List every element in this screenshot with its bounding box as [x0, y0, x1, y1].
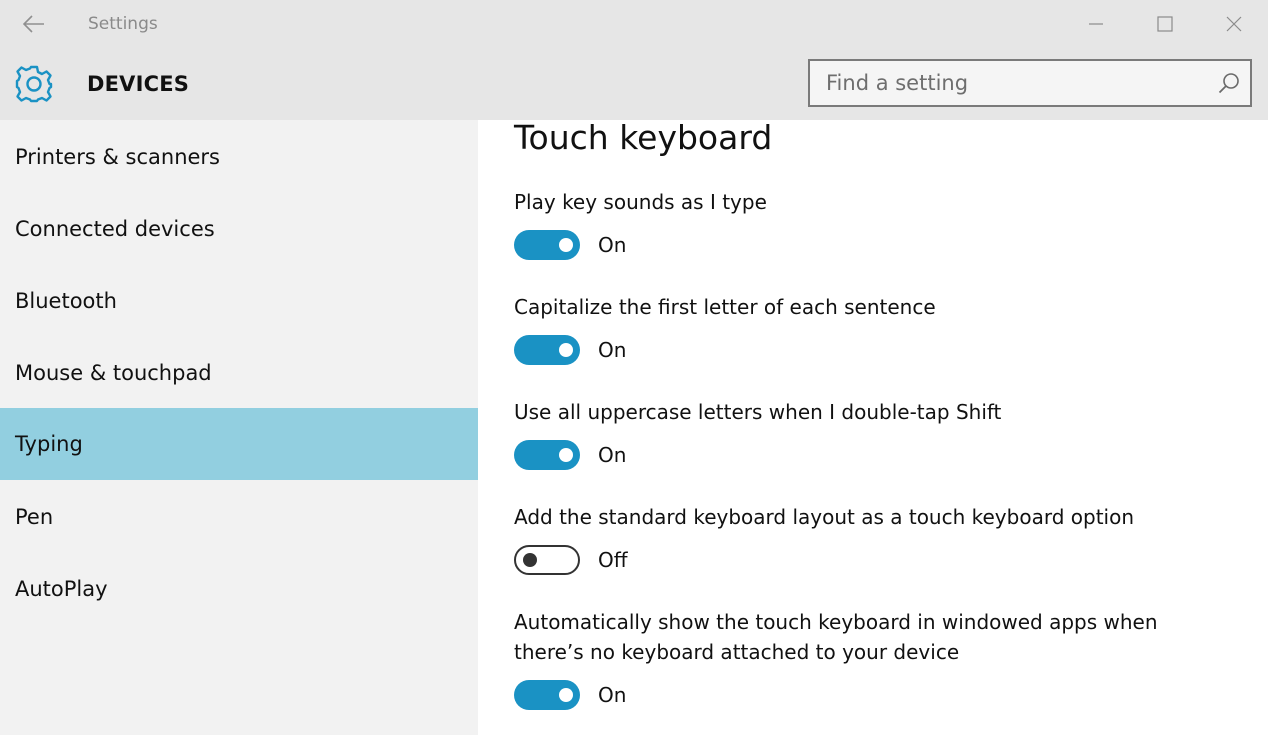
toggle-knob: [559, 343, 573, 357]
main-content: Touch keyboard Play key sounds as I type…: [478, 118, 1268, 735]
toggle-state-label: On: [598, 683, 627, 707]
sidebar-item-connected-devices[interactable]: Connected devices: [0, 193, 478, 265]
toggle-knob: [559, 448, 573, 462]
setting-uppercase-double-tap: Use all uppercase letters when I double-…: [514, 397, 1214, 470]
uppercase-toggle[interactable]: [514, 440, 580, 470]
auto-show-keyboard-toggle[interactable]: [514, 680, 580, 710]
maximize-button[interactable]: [1142, 4, 1188, 44]
standard-layout-toggle[interactable]: [514, 545, 580, 575]
minimize-button[interactable]: [1073, 4, 1119, 44]
setting-label: Add the standard keyboard layout as a to…: [514, 505, 1134, 529]
setting-key-sounds: Play key sounds as I type On: [514, 187, 1214, 260]
close-button[interactable]: [1211, 4, 1257, 44]
setting-auto-show-keyboard: Automatically show the touch keyboard in…: [514, 607, 1174, 710]
toggle-knob: [523, 553, 537, 567]
toggle-row: On: [514, 680, 1174, 710]
page-header: DEVICES: [0, 50, 1268, 120]
toggle-state-label: Off: [598, 548, 628, 572]
gear-icon: [15, 65, 53, 103]
sidebar-item-mouse-touchpad[interactable]: Mouse & touchpad: [0, 337, 478, 409]
search-box[interactable]: [808, 59, 1252, 107]
page-title: Touch keyboard: [514, 118, 773, 157]
sidebar-item-typing[interactable]: Typing: [0, 408, 478, 480]
key-sounds-toggle[interactable]: [514, 230, 580, 260]
section-title: DEVICES: [87, 72, 190, 96]
title-bar: Settings: [0, 0, 1268, 50]
search-icon[interactable]: [1218, 72, 1240, 94]
close-icon: [1226, 16, 1242, 32]
sidebar-item-printers-scanners[interactable]: Printers & scanners: [0, 121, 478, 193]
toggle-state-label: On: [598, 443, 627, 467]
search-input[interactable]: [810, 61, 1210, 105]
sidebar-nav: Printers & scanners Connected devices Bl…: [0, 120, 478, 735]
sidebar-item-pen[interactable]: Pen: [0, 481, 478, 553]
setting-label: Automatically show the touch keyboard in…: [514, 610, 1158, 664]
setting-label: Play key sounds as I type: [514, 190, 767, 214]
setting-label: Use all uppercase letters when I double-…: [514, 400, 1002, 424]
window-title: Settings: [88, 14, 158, 34]
toggle-state-label: On: [598, 233, 627, 257]
sidebar-item-autoplay[interactable]: AutoPlay: [0, 553, 478, 625]
sidebar-item-bluetooth[interactable]: Bluetooth: [0, 265, 478, 337]
toggle-row: On: [514, 440, 1214, 470]
back-arrow-icon: [23, 15, 44, 33]
toggle-state-label: On: [598, 338, 627, 362]
toggle-knob: [559, 688, 573, 702]
maximize-icon: [1157, 16, 1173, 32]
back-button[interactable]: [14, 6, 54, 42]
toggle-row: On: [514, 230, 1214, 260]
minimize-icon: [1089, 23, 1103, 25]
setting-capitalize-first-letter: Capitalize the first letter of each sent…: [514, 292, 1214, 365]
toggle-row: Off: [514, 545, 1214, 575]
toggle-row: On: [514, 335, 1214, 365]
toggle-knob: [559, 238, 573, 252]
setting-standard-keyboard-layout: Add the standard keyboard layout as a to…: [514, 502, 1214, 575]
capitalize-toggle[interactable]: [514, 335, 580, 365]
settings-window: Settings DEVICES Find a setting Printers…: [0, 0, 1268, 735]
setting-label: Capitalize the first letter of each sent…: [514, 295, 936, 319]
